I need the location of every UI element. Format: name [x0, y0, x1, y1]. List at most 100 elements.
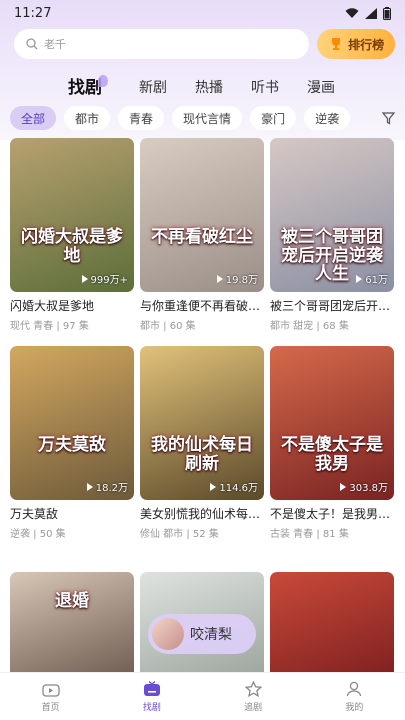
- search-icon: [26, 38, 38, 50]
- chip-urban[interactable]: 都市: [64, 106, 111, 130]
- drama-tags: 都市: [140, 321, 160, 332]
- floating-avatar: [152, 618, 184, 650]
- drama-card[interactable]: 不再看破红尘 19.8万与你重逢便不再看破… 都市 | 60 集: [140, 138, 264, 332]
- filter-funnel-icon[interactable]: [381, 112, 396, 129]
- wifi-icon: [345, 7, 359, 18]
- drama-tags: 逆袭: [10, 529, 30, 540]
- drama-poster[interactable]: 我的仙术每日刷新 114.6万: [140, 346, 264, 500]
- play-icon: [340, 482, 347, 491]
- search-row: 老千 排行榜: [14, 29, 395, 59]
- drama-tags: 都市 甜宠: [270, 321, 314, 332]
- chip-comeback[interactable]: 逆袭: [304, 106, 351, 130]
- view-count-text: 114.6万: [219, 483, 258, 494]
- search-input[interactable]: 老千: [14, 29, 310, 59]
- drama-meta: 古装 青春 | 81 集: [270, 525, 394, 540]
- tab-new-drama[interactable]: 新剧: [139, 77, 167, 97]
- bottom-nav-find-label: 找剧: [142, 703, 161, 713]
- drama-tags: 修仙 都市: [140, 529, 184, 540]
- drama-card[interactable]: 被三个哥哥团宠后开启逆袭人生 61万被三个哥哥团宠后开… 都市 甜宠 | 68 集: [270, 138, 394, 332]
- meta-separator: |: [183, 529, 193, 540]
- bottom-nav-profile[interactable]: 我的: [304, 673, 405, 720]
- view-count-text: 61万: [365, 275, 388, 286]
- drama-tags: 现代 青春: [10, 321, 54, 332]
- tab-audiobook[interactable]: 听书: [251, 77, 279, 97]
- drama-card[interactable]: 退婚: [10, 572, 134, 672]
- bottom-nav: 首页 找剧 追剧 我的: [0, 672, 405, 720]
- poster-title-art: 不是傻太子是我男: [281, 435, 383, 474]
- drama-poster[interactable]: 被三个哥哥团宠后开启逆袭人生 61万: [270, 138, 394, 292]
- drama-card[interactable]: 不是傻太子是我男 303.8万不是傻太子！是我男… 古装 青春 | 81 集: [270, 346, 394, 540]
- rank-label: 排行榜: [348, 37, 385, 52]
- person-icon: [344, 680, 364, 698]
- meta-separator: |: [30, 529, 40, 540]
- tab-hot[interactable]: 热播: [195, 77, 223, 97]
- chip-youth[interactable]: 青春: [118, 106, 165, 130]
- view-count: 303.8万: [340, 479, 388, 494]
- poster-title-art: 退婚: [55, 591, 89, 611]
- drama-title[interactable]: 美女别慌我的仙术每…: [140, 505, 264, 522]
- view-count-text: 303.8万: [349, 483, 388, 494]
- drama-card[interactable]: 我的仙术每日刷新 114.6万美女别慌我的仙术每… 修仙 都市 | 52 集: [140, 346, 264, 540]
- drama-poster[interactable]: [270, 572, 394, 672]
- drama-poster[interactable]: 不再看破红尘 19.8万: [140, 138, 264, 292]
- star-icon: [243, 680, 263, 698]
- signal-icon: [365, 7, 377, 19]
- drama-card[interactable]: [270, 572, 394, 672]
- play-icon: [81, 274, 88, 283]
- bottom-nav-follow[interactable]: 追剧: [203, 673, 304, 720]
- tab-find-drama[interactable]: 找剧: [68, 73, 108, 98]
- meta-separator: |: [313, 321, 323, 332]
- drama-poster[interactable]: 不是傻太子是我男 303.8万: [270, 346, 394, 500]
- rank-button[interactable]: 排行榜: [317, 29, 395, 59]
- top-nav-tabs: 找剧 新剧 热播 听书 漫画: [0, 70, 405, 100]
- drama-poster[interactable]: 闪婚大叔是爹地 999万+: [10, 138, 134, 292]
- view-count: 999万+: [81, 271, 128, 286]
- view-count: 18.2万: [86, 479, 128, 494]
- drama-poster[interactable]: 退婚: [10, 572, 134, 672]
- category-filter-row: 全部 都市 青春 现代言情 豪门 逆袭: [10, 106, 405, 130]
- drama-episodes: 81 集: [322, 529, 349, 540]
- drama-tags: 古装 青春: [270, 529, 314, 540]
- home-icon: [41, 680, 61, 698]
- status-time: 11:27: [14, 5, 52, 21]
- drama-meta: 修仙 都市 | 52 集: [140, 525, 264, 540]
- play-icon: [86, 482, 93, 491]
- view-count-text: 999万+: [90, 275, 128, 286]
- drama-episodes: 68 集: [322, 321, 349, 332]
- drama-title[interactable]: 不是傻太子！是我男…: [270, 505, 394, 522]
- status-icons: [345, 6, 391, 20]
- chip-rich-family[interactable]: 豪门: [250, 106, 297, 130]
- trophy-icon: [332, 38, 341, 50]
- view-count-text: 19.8万: [225, 275, 258, 286]
- floating-player-widget[interactable]: 咬清梨: [148, 614, 256, 654]
- bottom-nav-home-label: 首页: [41, 703, 60, 713]
- drama-card[interactable]: 万夫莫敌 18.2万万夫莫敌逆袭 | 50 集: [10, 346, 134, 540]
- meta-separator: |: [160, 321, 170, 332]
- drama-poster[interactable]: 万夫莫敌 18.2万: [10, 346, 134, 500]
- drama-title[interactable]: 与你重逢便不再看破…: [140, 297, 264, 314]
- drama-title[interactable]: 被三个哥哥团宠后开…: [270, 297, 394, 314]
- floating-label: 咬清梨: [190, 627, 232, 643]
- drama-meta: 都市 | 60 集: [140, 317, 264, 332]
- view-count: 19.8万: [216, 271, 258, 286]
- battery-icon: [383, 6, 391, 20]
- drama-title[interactable]: 闪婚大叔是爹地: [10, 297, 134, 314]
- poster-title-art: 我的仙术每日刷新: [151, 435, 253, 474]
- chip-modern-romance[interactable]: 现代言情: [172, 106, 243, 130]
- tv-icon: [142, 680, 162, 698]
- bottom-nav-home[interactable]: 首页: [0, 673, 101, 720]
- drama-title[interactable]: 万夫莫敌: [10, 505, 134, 522]
- poster-title-art: 不再看破红尘: [151, 227, 253, 247]
- drama-meta: 逆袭 | 50 集: [10, 525, 134, 540]
- bottom-nav-find[interactable]: 找剧: [101, 673, 202, 720]
- bottom-nav-follow-label: 追剧: [244, 703, 263, 713]
- view-count: 114.6万: [210, 479, 258, 494]
- drama-episodes: 52 集: [192, 529, 219, 540]
- status-bar: 11:27: [0, 0, 405, 26]
- chip-all[interactable]: 全部: [10, 106, 57, 130]
- drama-episodes: 50 集: [39, 529, 66, 540]
- drama-episodes: 97 集: [62, 321, 89, 332]
- tab-comic[interactable]: 漫画: [307, 77, 335, 97]
- drama-card[interactable]: 闪婚大叔是爹地 999万+ 闪婚大叔是爹地 现代 青春 | 97 集: [10, 138, 134, 332]
- play-icon: [210, 482, 217, 491]
